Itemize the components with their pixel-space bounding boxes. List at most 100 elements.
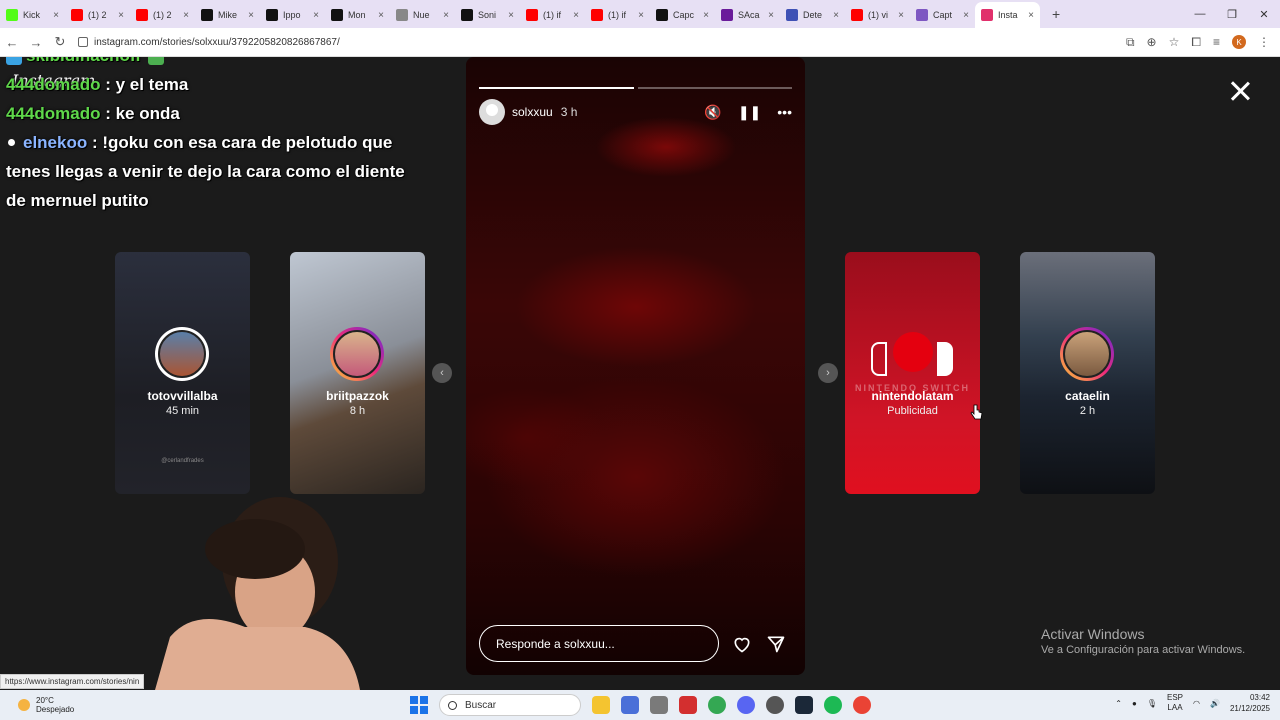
tab-label: (1) if (608, 10, 626, 20)
discord-icon[interactable] (737, 696, 755, 714)
menu-icon[interactable]: ⋮ (1258, 35, 1270, 49)
tab-label: (1) 2 (153, 10, 172, 20)
tray-overflow-icon[interactable]: ⌃ (1115, 699, 1122, 708)
spotify-icon[interactable] (824, 696, 842, 714)
file-explorer-icon[interactable] (592, 696, 610, 714)
minimize-icon[interactable]: — (1184, 0, 1216, 28)
tab-close-icon[interactable]: × (443, 10, 449, 21)
tab-close-icon[interactable]: × (833, 10, 839, 21)
switch-joycon-left-icon (871, 342, 887, 376)
browser-tab[interactable]: (1) 2 × (65, 2, 130, 28)
tab-favicon-icon (331, 9, 343, 21)
next-story-arrow-icon[interactable]: › (818, 363, 838, 383)
taskbar-search[interactable]: Buscar (439, 694, 581, 716)
browser-tab[interactable]: Kick × (0, 2, 65, 28)
browser-tab[interactable]: SAca × (715, 2, 780, 28)
extensions-icon[interactable]: ⧠ (1191, 35, 1201, 50)
tab-close-icon[interactable]: × (703, 10, 709, 21)
tab-close-icon[interactable]: × (53, 10, 59, 21)
active-story[interactable]: solxxuu 3 h 🔇 ❚❚ ••• Responde a solxxuu.… (466, 57, 805, 675)
forward-icon[interactable]: → (24, 35, 48, 50)
wifi-icon[interactable]: ◠ (1193, 699, 1200, 708)
stream-chat-overlay: skibidinachofr 444domado : y el tema 444… (6, 57, 426, 215)
tab-close-icon[interactable]: × (638, 10, 644, 21)
story-card-sponsored: Publicidad (887, 405, 938, 417)
new-tab-button[interactable]: + (1052, 6, 1060, 22)
tab-close-icon[interactable]: × (313, 10, 319, 21)
volume-icon[interactable]: 🔊 (1210, 699, 1220, 708)
bookmark-star-icon[interactable]: ☆ (1169, 35, 1180, 49)
tab-close-icon[interactable]: × (378, 10, 384, 21)
back-icon[interactable]: ← (0, 35, 24, 50)
paint-icon[interactable] (621, 696, 639, 714)
microphone-icon[interactable]: 🎙 (1147, 699, 1157, 708)
chat-username: 444domado (6, 104, 101, 123)
previous-story-arrow-icon[interactable]: ‹ (432, 363, 452, 383)
store-icon[interactable] (650, 696, 668, 714)
clock[interactable]: 03:42 21/12/2025 (1230, 692, 1270, 714)
maximize-icon[interactable]: ❐ (1216, 0, 1248, 28)
like-heart-icon[interactable] (732, 634, 752, 654)
tab-close-icon[interactable]: × (963, 10, 969, 21)
language-indicator[interactable]: ESP LAA (1167, 693, 1183, 713)
reload-icon[interactable]: ↻ (48, 34, 72, 50)
profile-avatar[interactable]: K (1232, 35, 1246, 49)
browser-tab[interactable]: Mike × (195, 2, 260, 28)
url-field[interactable]: instagram.com/stories/solxxuu/3792205820… (78, 37, 1126, 48)
story-card-briitpazzok[interactable]: briitpazzok 8 h (290, 252, 425, 494)
tab-close-icon[interactable]: × (248, 10, 254, 21)
close-window-icon[interactable]: ✕ (1248, 0, 1280, 28)
steam-icon[interactable] (795, 696, 813, 714)
tab-close-icon[interactable]: × (898, 10, 904, 21)
browser-tab[interactable]: Insta × (975, 2, 1040, 28)
story-card-cataelin[interactable]: cataelin 2 h (1020, 252, 1155, 494)
browser-tab[interactable]: Capt × (910, 2, 975, 28)
browser-tab[interactable]: Ippo × (260, 2, 325, 28)
tray-app-icon[interactable]: ● (1132, 699, 1137, 708)
tab-favicon-icon (721, 9, 733, 21)
site-info-icon[interactable] (78, 37, 88, 47)
browser-tab[interactable]: Nue × (390, 2, 455, 28)
browser-tab[interactable]: Dete × (780, 2, 845, 28)
mute-icon[interactable]: 🔇 (704, 104, 721, 121)
more-options-icon[interactable]: ••• (777, 104, 792, 120)
install-app-icon[interactable]: ⧉ (1126, 35, 1135, 50)
tab-close-icon[interactable]: × (573, 10, 579, 21)
tab-label: Mike (218, 10, 238, 20)
zoom-icon[interactable]: ⊕ (1147, 35, 1157, 49)
tab-favicon-icon (851, 9, 863, 21)
story-card-totovvillalba[interactable]: totovvillalba 45 min @cerlandfrades (115, 252, 250, 494)
story-username[interactable]: solxxuu (512, 105, 553, 119)
browser-tab[interactable]: Soni × (455, 2, 520, 28)
tab-close-icon[interactable]: × (1028, 10, 1034, 21)
story-card-name: briitpazzok (326, 389, 389, 403)
share-send-icon[interactable] (766, 634, 786, 654)
chrome-profile-icon[interactable] (853, 696, 871, 714)
browser-tab[interactable]: Mon × (325, 2, 390, 28)
browser-tab[interactable]: (1) if × (520, 2, 585, 28)
tab-close-icon[interactable]: × (768, 10, 774, 21)
windows-start-icon[interactable] (410, 696, 428, 714)
chrome-icon[interactable] (708, 696, 726, 714)
browser-tab[interactable]: (1) vi × (845, 2, 910, 28)
close-story-icon[interactable] (1226, 77, 1254, 105)
browser-tab[interactable]: (1) 2 × (130, 2, 195, 28)
language-code: ESP (1166, 693, 1183, 702)
tab-bar: Kick × (1) 2 × (1) 2 × Mike × Ippo × Mon × Nue × Soni ×… (0, 0, 1280, 28)
tab-favicon-icon (591, 9, 603, 21)
weather-widget[interactable]: 20°C Despejado (18, 696, 74, 714)
weather-temp: 20°C (36, 696, 54, 705)
tab-close-icon[interactable]: × (118, 10, 124, 21)
browser-tab[interactable]: Capc × (650, 2, 715, 28)
tab-close-icon[interactable]: × (183, 10, 189, 21)
browser-tab[interactable]: (1) if × (585, 2, 650, 28)
reply-input[interactable]: Responde a solxxuu... (479, 625, 719, 662)
pause-icon[interactable]: ❚❚ (738, 104, 761, 121)
story-card-nintendolatam[interactable]: NINTENDO SWITCH nintendolatam Publicidad (845, 252, 980, 494)
activation-title: Activar Windows (1041, 626, 1145, 642)
media-control-icon[interactable]: ≡ (1213, 35, 1220, 49)
tab-close-icon[interactable]: × (508, 10, 514, 21)
github-icon[interactable] (766, 696, 784, 714)
winrar-icon[interactable] (679, 696, 697, 714)
story-user-avatar[interactable] (479, 99, 505, 125)
